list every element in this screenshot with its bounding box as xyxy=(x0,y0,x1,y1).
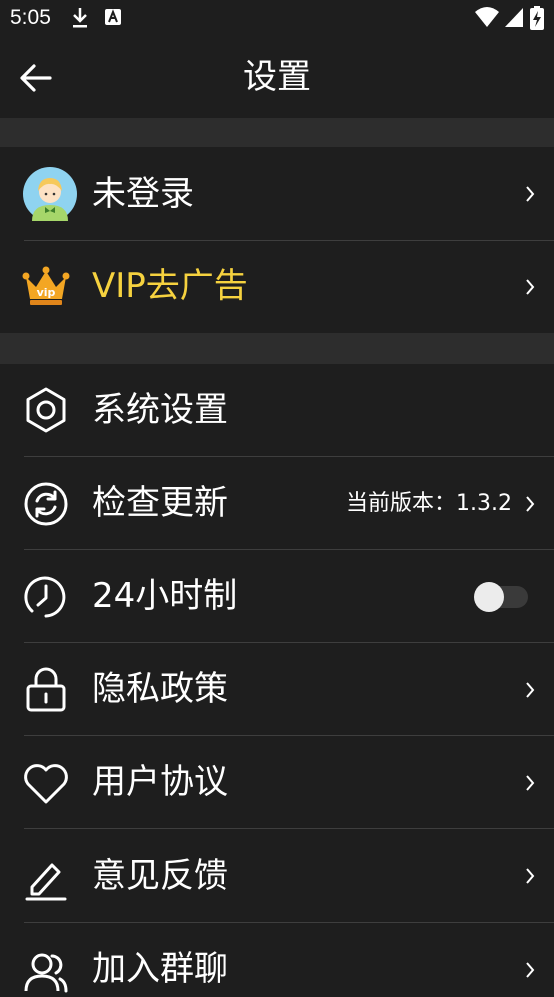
edit-pen-icon xyxy=(25,863,67,901)
version-text: 当前版本：1.3.2 xyxy=(346,491,512,516)
row-privacy-policy[interactable]: 隐私政策 xyxy=(0,643,554,736)
app-notification-icon xyxy=(105,9,121,25)
feedback-label: 意见反馈 xyxy=(92,856,228,896)
chevron-right-icon xyxy=(526,496,535,512)
chevron-right-icon xyxy=(526,775,535,791)
row-join-group[interactable]: 加入群聊 xyxy=(0,923,554,993)
status-bar: 5:05 xyxy=(0,0,554,36)
chevron-right-icon xyxy=(526,186,535,202)
row-user-agreement[interactable]: 用户协议 xyxy=(0,736,554,829)
toggle-thumb xyxy=(474,582,504,612)
section-separator xyxy=(0,118,554,147)
lock-icon xyxy=(26,667,66,712)
group-icon xyxy=(24,953,68,993)
chevron-right-icon xyxy=(526,868,535,884)
section-separator xyxy=(0,333,554,364)
row-vip[interactable]: vip VIP去广告 xyxy=(0,241,554,333)
avatar-icon xyxy=(23,167,77,221)
chevron-right-icon xyxy=(526,962,535,978)
crown-vip-icon: vip xyxy=(22,266,70,305)
row-feedback[interactable]: 意见反馈 xyxy=(0,829,554,923)
join-group-label: 加入群聊 xyxy=(92,949,228,989)
row-24-hour: 24小时制 xyxy=(0,550,554,643)
row-system-settings[interactable]: 系统设置 xyxy=(0,364,554,457)
24-hour-toggle[interactable] xyxy=(474,582,528,612)
gear-icon xyxy=(26,387,66,433)
app-bar: 设置 xyxy=(0,36,554,118)
system-settings-label: 系统设置 xyxy=(92,390,228,430)
check-update-label: 检查更新 xyxy=(92,483,228,523)
status-time: 5:05 xyxy=(10,6,51,29)
vip-label: VIP去广告 xyxy=(92,266,248,306)
wifi-icon xyxy=(475,7,499,27)
clock-icon xyxy=(24,576,66,618)
row-check-update[interactable]: 检查更新 当前版本：1.3.2 xyxy=(0,457,554,550)
refresh-icon xyxy=(24,482,68,526)
signal-icon xyxy=(505,8,523,27)
chevron-right-icon xyxy=(526,279,535,295)
heart-icon xyxy=(24,764,68,804)
row-login[interactable]: 未登录 xyxy=(0,147,554,241)
download-icon xyxy=(73,8,87,28)
chevron-right-icon xyxy=(526,682,535,698)
login-label: 未登录 xyxy=(92,174,194,214)
user-agreement-label: 用户协议 xyxy=(92,762,228,802)
privacy-policy-label: 隐私政策 xyxy=(92,669,228,709)
24-hour-label: 24小时制 xyxy=(92,576,238,616)
battery-charging-icon xyxy=(530,6,544,30)
svg-text:vip: vip xyxy=(37,286,56,299)
page-title: 设置 xyxy=(243,57,311,97)
